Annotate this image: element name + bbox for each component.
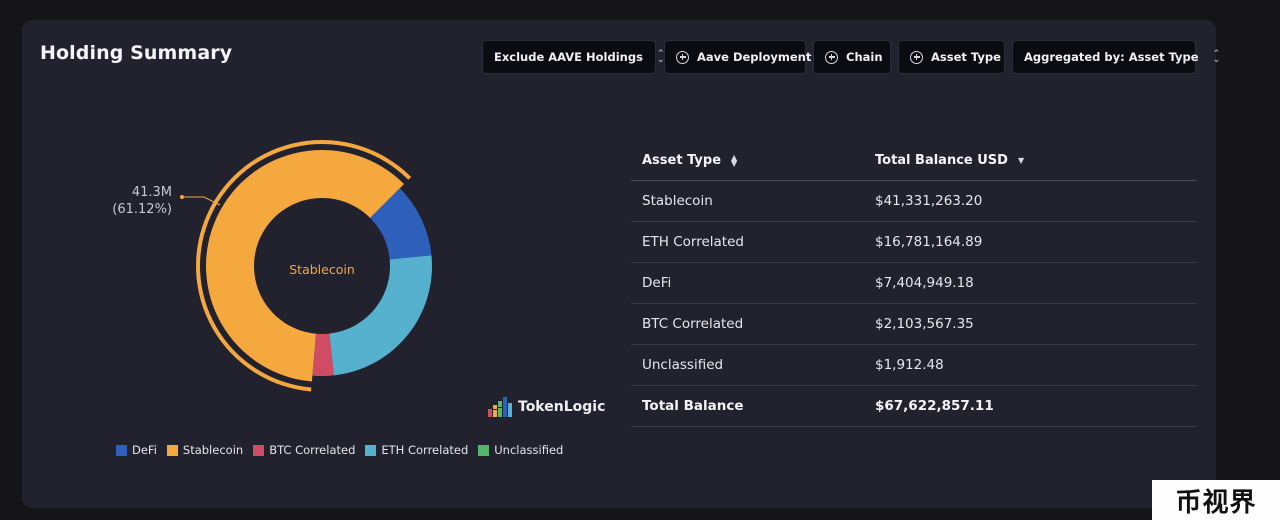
legend-swatch bbox=[116, 444, 127, 456]
sort-desc-icon: ▼ bbox=[1017, 156, 1025, 165]
aggregated-by-select[interactable]: Aggregated by: Asset Type ⌃ ⌄ bbox=[1012, 40, 1220, 74]
legend-item-eth-correlated[interactable]: ETH Correlated bbox=[365, 443, 468, 457]
legend-label: DeFi bbox=[132, 443, 157, 457]
donut-center-label: Stablecoin bbox=[289, 262, 355, 277]
tokenlogic-logo-icon bbox=[488, 397, 512, 417]
column-header-total-balance[interactable]: Total Balance USD ▼ bbox=[864, 153, 1197, 168]
balance-cell: $7,404,949.18 bbox=[875, 275, 974, 291]
chain-filter-button[interactable]: Chain bbox=[813, 40, 891, 74]
legend-label: BTC Correlated bbox=[269, 443, 356, 457]
asset-type-cell: ETH Correlated bbox=[642, 234, 744, 250]
balance-cell: $41,331,263.20 bbox=[875, 193, 983, 209]
legend-swatch bbox=[166, 444, 178, 456]
table-total-row: Total Balance $67,622,857.11 bbox=[631, 386, 1197, 427]
legend-item-defi[interactable]: DeFi bbox=[116, 443, 157, 457]
legend-item-stablecoin[interactable]: Stablecoin bbox=[166, 443, 244, 457]
plus-circle-icon bbox=[676, 50, 689, 64]
aave-deployment-filter-button[interactable]: Aave Deployment bbox=[664, 40, 811, 74]
balance-cell: $16,781,164.89 bbox=[875, 234, 983, 250]
legend-label: Stablecoin bbox=[182, 443, 244, 457]
column-header-asset-type[interactable]: Asset Type ▲ ▼ bbox=[631, 153, 864, 168]
column-header-label: Asset Type bbox=[642, 153, 722, 168]
legend-item-unclassified[interactable]: Unclassified bbox=[478, 443, 563, 457]
holding-donut-chart bbox=[180, 140, 432, 392]
callout-percent: (61.12%) bbox=[112, 202, 172, 217]
callout-value: 41.3M bbox=[131, 185, 172, 200]
asset-type-cell: Unclassified bbox=[642, 357, 724, 373]
asset-type-cell: Stablecoin bbox=[642, 193, 713, 209]
select-updown-icon: ⌃ ⌄ bbox=[1212, 49, 1221, 65]
callout-dot bbox=[180, 195, 184, 199]
tokenlogic-brand: TokenLogic bbox=[488, 397, 605, 417]
legend-swatch bbox=[365, 444, 377, 456]
column-header-label: Total Balance USD bbox=[875, 153, 1008, 168]
asset-type-label: Asset Type bbox=[931, 50, 1001, 64]
total-value-cell: $67,622,857.11 bbox=[875, 398, 994, 414]
total-label-cell: Total Balance bbox=[642, 398, 744, 414]
table-row: Unclassified $1,912.48 bbox=[631, 345, 1197, 386]
aave-deployment-label: Aave Deployment bbox=[697, 50, 812, 64]
plus-circle-icon bbox=[910, 50, 923, 64]
plus-circle-icon bbox=[825, 50, 838, 64]
holdings-table: Asset Type ▲ ▼ Total Balance USD ▼ Stable… bbox=[631, 141, 1197, 427]
chart-legend: DeFi Stablecoin BTC Correlated ETH Corre… bbox=[116, 443, 563, 457]
table-row: Stablecoin $41,331,263.20 bbox=[631, 181, 1197, 222]
sort-updown-icon: ▲ ▼ bbox=[731, 152, 738, 168]
asset-type-cell: BTC Correlated bbox=[642, 316, 744, 332]
asset-type-cell: DeFi bbox=[642, 275, 672, 291]
chain-label: Chain bbox=[846, 50, 883, 64]
aggregated-by-label: Aggregated by: Asset Type bbox=[1024, 50, 1199, 64]
legend-item-btc-correlated[interactable]: BTC Correlated bbox=[253, 443, 355, 457]
table-row: DeFi $7,404,949.18 bbox=[631, 263, 1197, 304]
watermark-logo: 币视界 bbox=[1152, 480, 1280, 520]
stablecoin-callout-label: 41.3M (61.12%) bbox=[100, 184, 172, 218]
legend-swatch bbox=[478, 444, 490, 456]
table-row: BTC Correlated $2,103,567.35 bbox=[631, 304, 1197, 345]
balance-cell: $1,912.48 bbox=[875, 357, 944, 373]
legend-label: Unclassified bbox=[494, 443, 564, 457]
table-header: Asset Type ▲ ▼ Total Balance USD ▼ bbox=[631, 141, 1197, 181]
table-row: ETH Correlated $16,781,164.89 bbox=[631, 222, 1197, 263]
legend-label: ETH Correlated bbox=[381, 443, 469, 457]
legend-swatch bbox=[253, 444, 265, 456]
brand-name: TokenLogic bbox=[518, 399, 606, 415]
balance-cell: $2,103,567.35 bbox=[875, 316, 974, 332]
asset-type-filter-button[interactable]: Asset Type bbox=[898, 40, 1005, 74]
